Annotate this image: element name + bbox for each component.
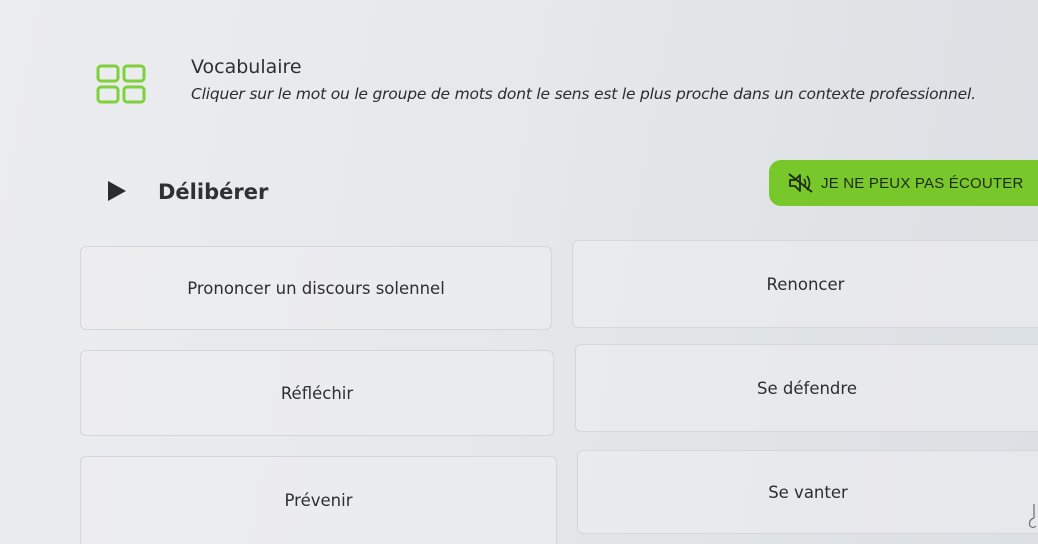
- speaker-muted-icon: [788, 173, 813, 193]
- grid-icon: [96, 64, 146, 104]
- cursor-icon: [1028, 504, 1037, 529]
- option-se-vanter[interactable]: Se vanter: [577, 450, 1038, 534]
- play-icon[interactable]: [103, 178, 129, 204]
- option-prevenir[interactable]: Prévenir: [80, 456, 557, 544]
- option-prononcer[interactable]: Prononcer un discours solennel: [80, 246, 552, 330]
- question-word: Délibérer: [158, 180, 269, 204]
- cant-listen-label: JE NE PEUX PAS ÉCOUTER: [821, 174, 1024, 192]
- section-title: Vocabulaire: [191, 56, 302, 78]
- option-renoncer[interactable]: Renoncer: [572, 240, 1038, 328]
- option-se-defendre[interactable]: Se défendre: [575, 344, 1038, 432]
- instructions-text: Cliquer sur le mot ou le groupe de mots …: [191, 85, 976, 103]
- option-reflechir[interactable]: Réfléchir: [80, 350, 554, 436]
- cant-listen-button[interactable]: JE NE PEUX PAS ÉCOUTER: [769, 160, 1038, 206]
